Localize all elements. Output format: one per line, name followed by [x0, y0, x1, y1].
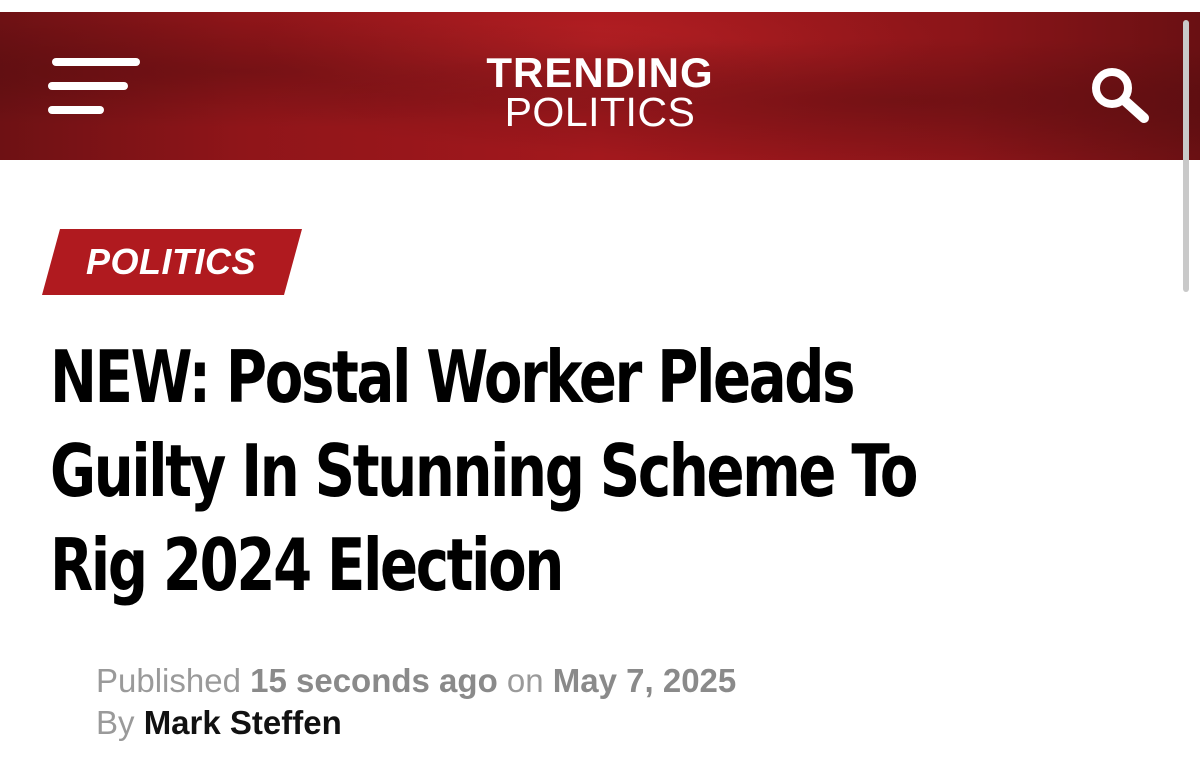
search-icon[interactable] — [1088, 64, 1154, 124]
by-label: By — [96, 704, 135, 741]
site-logo[interactable]: TRENDING POLITICS — [450, 52, 750, 133]
logo-line-politics: POLITICS — [504, 89, 696, 135]
status-strip — [0, 0, 1200, 12]
category-label: POLITICS — [86, 241, 257, 282]
on-label: on — [506, 662, 544, 699]
menu-bar-bottom — [48, 106, 104, 114]
logo-line-trending: TRENDING — [486, 49, 714, 96]
author-name[interactable]: Mark Steffen — [144, 704, 342, 741]
headline-line-2: Guilty In Stunning Scheme To — [50, 429, 918, 513]
scrollbar[interactable] — [1183, 20, 1189, 292]
article-headline: NEW: Postal Worker Pleads Guilty In Stun… — [50, 330, 1050, 612]
byline: By Mark Steffen — [96, 702, 736, 744]
menu-bar-top — [52, 58, 140, 66]
headline-line-1: NEW: Postal Worker Pleads — [50, 335, 856, 419]
category-badge-politics[interactable]: POLITICS — [42, 229, 302, 295]
article-meta: Published 15 seconds ago on May 7, 2025 … — [96, 660, 736, 744]
publish-date: May 7, 2025 — [552, 662, 737, 699]
menu-bar-middle — [48, 82, 128, 90]
site-header: TRENDING POLITICS — [0, 12, 1200, 160]
publish-info: Published 15 seconds ago on May 7, 2025 — [96, 660, 736, 702]
published-label: Published — [96, 662, 241, 699]
relative-time: 15 seconds ago — [250, 662, 498, 699]
headline-line-3: Rig 2024 Election — [50, 523, 564, 607]
hamburger-menu-icon[interactable] — [48, 56, 140, 120]
